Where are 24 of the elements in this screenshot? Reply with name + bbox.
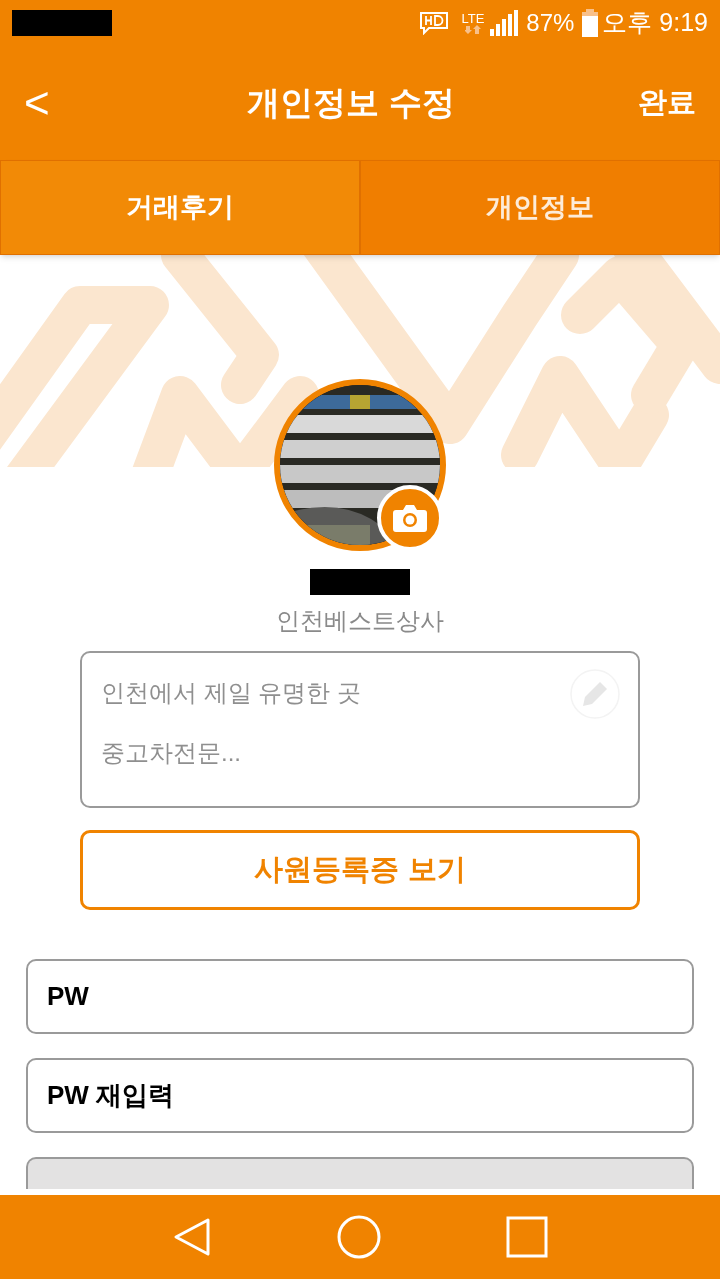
network-label: LTE <box>461 12 485 25</box>
done-button[interactable]: 완료 <box>638 81 696 125</box>
back-button[interactable]: < <box>24 70 64 136</box>
page-title: 개인정보 수정 <box>246 83 456 124</box>
home-nav-icon[interactable] <box>337 1215 381 1259</box>
company-name: 인천베스트상사 <box>276 606 444 636</box>
recents-nav-icon[interactable] <box>505 1216 548 1258</box>
view-certificate-button[interactable]: 사원등록증 보기 <box>80 830 640 910</box>
field-label: PW <box>47 980 89 1013</box>
field-label: PW 재입력 <box>47 1079 175 1112</box>
signal-icon <box>490 10 519 36</box>
battery-icon <box>582 9 599 37</box>
bio-text: 인천에서 제일 유명한 곳 중고차전문... <box>101 678 361 768</box>
tab[interactable]: 개인정보 <box>360 160 720 255</box>
data-arrows-icon <box>464 25 481 34</box>
bio-field[interactable]: 인천에서 제일 유명한 곳 중고차전문... <box>80 651 640 808</box>
camera-icon <box>393 504 427 532</box>
clock: 오후 9:19 <box>602 7 708 39</box>
input-field[interactable]: PW 재입력 <box>26 1058 694 1133</box>
tab[interactable]: 거래후기 <box>0 160 360 255</box>
hd-voice-icon <box>419 11 450 35</box>
input-field[interactable]: PW <box>26 959 694 1034</box>
back-nav-icon[interactable] <box>172 1217 213 1257</box>
battery-percent: 87% <box>526 8 575 38</box>
